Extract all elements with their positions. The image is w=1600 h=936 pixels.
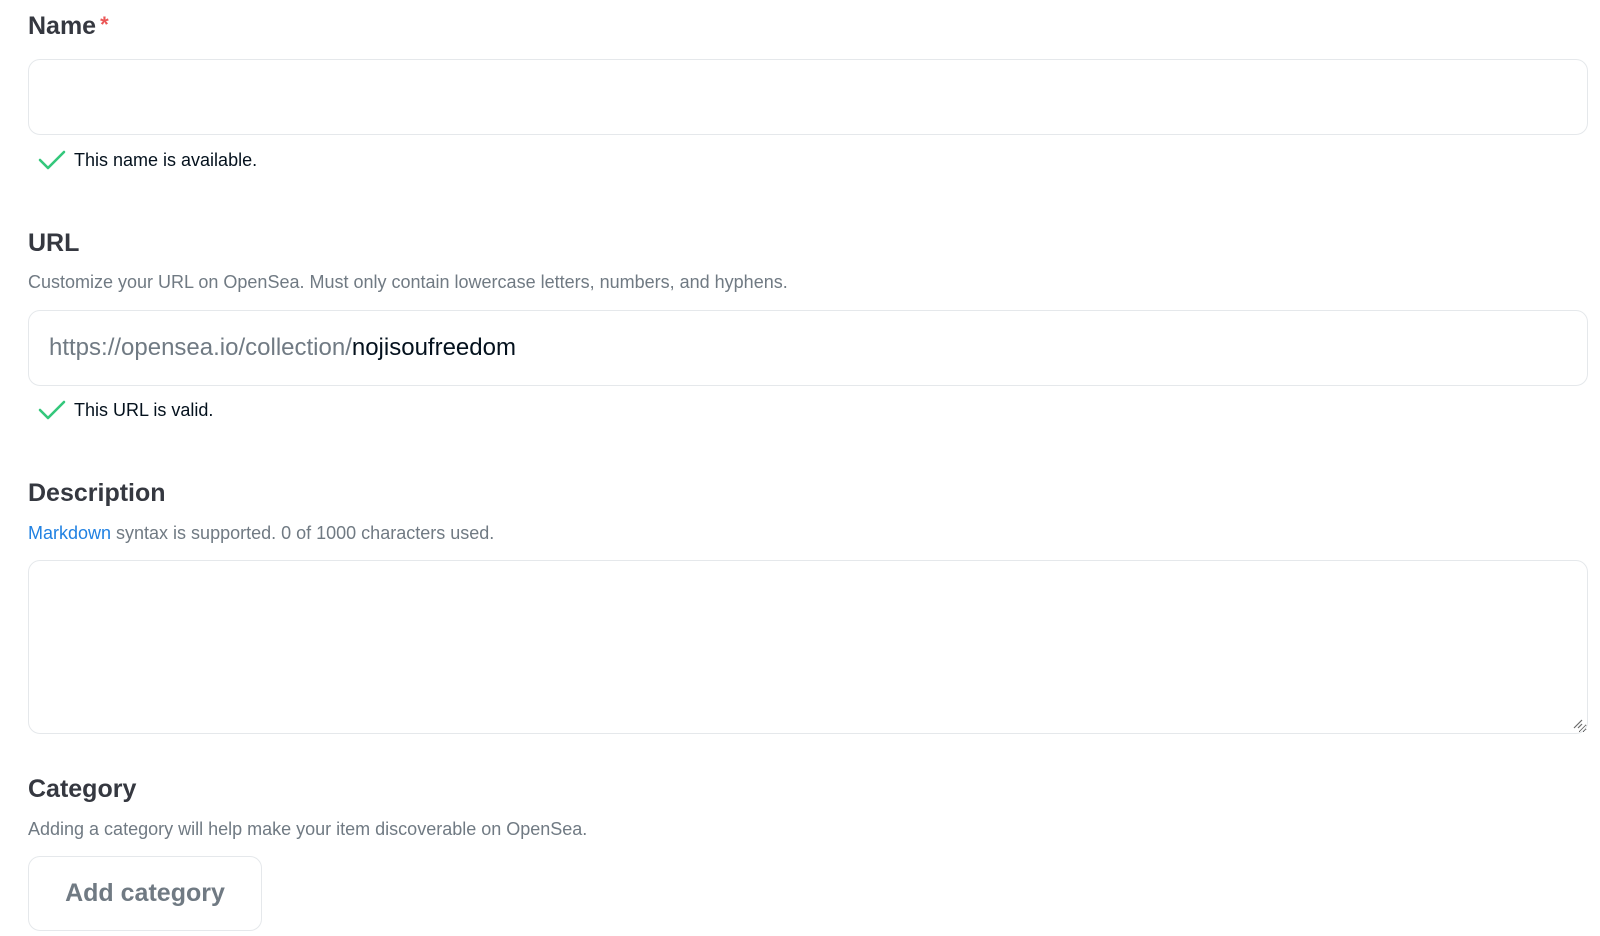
description-field[interactable] [28, 560, 1588, 734]
collection-form: Name * This name is available. URL Custom… [0, 0, 1600, 936]
name-input[interactable] [29, 60, 1587, 134]
url-field[interactable]: https://opensea.io/collection/nojisoufre… [28, 310, 1588, 386]
name-label-text: Name [28, 12, 97, 40]
url-prefix: https://opensea.io/collection/ [49, 334, 352, 361]
checkmark-icon [38, 150, 66, 170]
category-label: Category [28, 775, 137, 803]
url-validation: This URL is valid. [38, 398, 213, 422]
description-hint: Markdown syntax is supported. 0 of 1000 … [28, 524, 494, 542]
description-textarea[interactable] [29, 561, 1587, 733]
resize-grip-icon[interactable] [1573, 719, 1583, 729]
category-hint: Adding a category will help make your it… [28, 819, 588, 839]
description-label: Description [28, 479, 166, 507]
markdown-link[interactable]: Markdown [28, 523, 111, 543]
name-validation: This name is available. [38, 148, 257, 172]
name-label: Name * [28, 14, 109, 39]
description-hint-text: syntax is supported. 0 of 1000 character… [111, 523, 495, 543]
url-hint: Customize your URL on OpenSea. Must only… [28, 272, 788, 292]
checkmark-icon [38, 400, 66, 420]
name-field[interactable] [28, 59, 1588, 135]
url-validation-text: This URL is valid. [74, 399, 214, 420]
add-category-button[interactable]: Add category [28, 856, 262, 931]
required-marker: * [100, 12, 109, 37]
url-label: URL [28, 229, 80, 257]
name-validation-text: This name is available. [74, 149, 258, 170]
url-input[interactable]: nojisoufreedom [352, 334, 516, 362]
